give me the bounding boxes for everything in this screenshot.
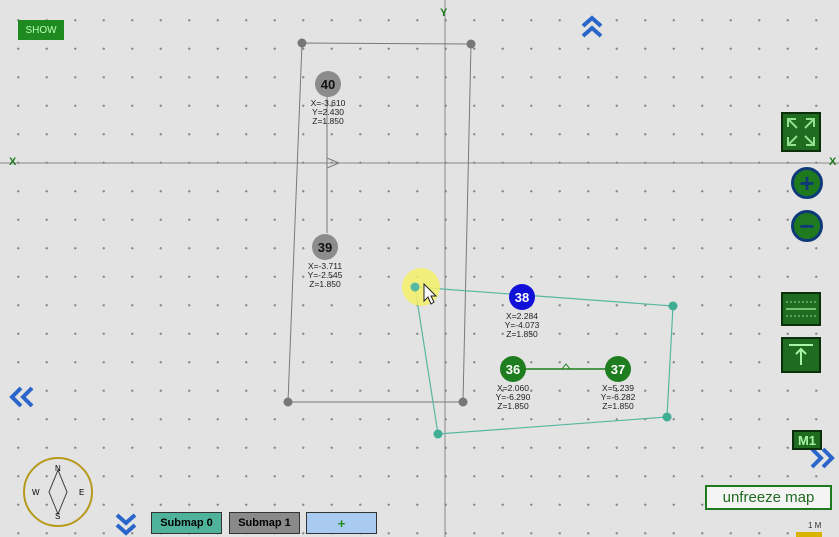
x-axis-label-right: X [829, 156, 837, 168]
show-button[interactable]: SHOW [18, 20, 64, 40]
submap1-path [287, 42, 472, 403]
waypoint-teal [410, 282, 420, 292]
node-40[interactable]: 40 [315, 71, 341, 97]
map-canvas[interactable]: X X Y SHOW 40 X=-3.610 Y=2.430 Z=1.850 3… [0, 0, 839, 537]
coord-z: Z=1.850 [309, 279, 341, 289]
node-40-coords: X=-3.610 Y=2.430 Z=1.850 [298, 99, 358, 126]
compass: N S W E [18, 456, 98, 536]
node-37[interactable]: 37 [605, 356, 631, 382]
node-37-coords: X=5.239 Y=-6.282 Z=1.850 [588, 384, 648, 411]
waypoint-teal [662, 412, 672, 422]
scale-bar [796, 532, 822, 537]
waypoint-gray [297, 38, 307, 48]
zoom-in-button[interactable]: + [791, 167, 823, 199]
coord-z: Z=1.850 [312, 116, 344, 126]
fullscreen-button[interactable] [781, 112, 821, 152]
scale-label: 1 M [808, 521, 822, 530]
waypoint-gray [283, 397, 293, 407]
node-38-coords: X=2.284 Y=-4.073 Z=1.850 [492, 312, 552, 339]
map-overlay [0, 0, 839, 537]
coord-z: Z=1.850 [602, 401, 634, 411]
waypoint-gray [466, 39, 476, 49]
grid-toggle-button[interactable] [781, 292, 821, 326]
node-39[interactable]: 39 [312, 234, 338, 260]
node-38[interactable]: 38 [509, 284, 535, 310]
map-m1-badge[interactable]: M1 [792, 430, 822, 450]
cursor-highlight [402, 268, 440, 306]
minus-icon: − [799, 211, 815, 241]
scroll-down-icon[interactable] [114, 512, 138, 537]
unfreeze-map-button[interactable]: unfreeze map [705, 485, 832, 510]
coord-z: Z=1.850 [497, 401, 529, 411]
node-36-coords: X=2.060 Y=-6.290 Z=1.850 [483, 384, 543, 411]
coord-z: Z=1.850 [506, 329, 538, 339]
waypoint-teal [433, 429, 443, 439]
waypoint-gray [458, 397, 468, 407]
compass-s: S [55, 512, 61, 521]
x-axis-label-left: X [9, 156, 17, 168]
node-39-coords: X=-3.711 Y=-2.545 Z=1.850 [295, 262, 355, 289]
plus-icon: + [799, 168, 815, 198]
compass-n: N [55, 464, 61, 473]
add-submap-button[interactable]: + [306, 512, 377, 534]
compass-e: E [79, 488, 85, 497]
tab-submap-1[interactable]: Submap 1 [229, 512, 300, 534]
submap0-path [414, 286, 674, 435]
y-axis-label: Y [440, 7, 448, 19]
arrow-up-bar-icon [789, 344, 813, 365]
zoom-out-button[interactable]: − [791, 210, 823, 242]
align-top-button[interactable] [781, 337, 821, 373]
scroll-left-icon[interactable] [8, 385, 36, 413]
compass-w: W [32, 488, 40, 497]
waypoint-teal [668, 301, 678, 311]
scroll-up-icon[interactable] [580, 14, 604, 44]
node-36[interactable]: 36 [500, 356, 526, 382]
tab-submap-0[interactable]: Submap 0 [151, 512, 222, 534]
grid-lines-icon [786, 301, 816, 317]
scroll-right-icon[interactable] [808, 446, 836, 474]
fullscreen-icon [787, 118, 815, 146]
